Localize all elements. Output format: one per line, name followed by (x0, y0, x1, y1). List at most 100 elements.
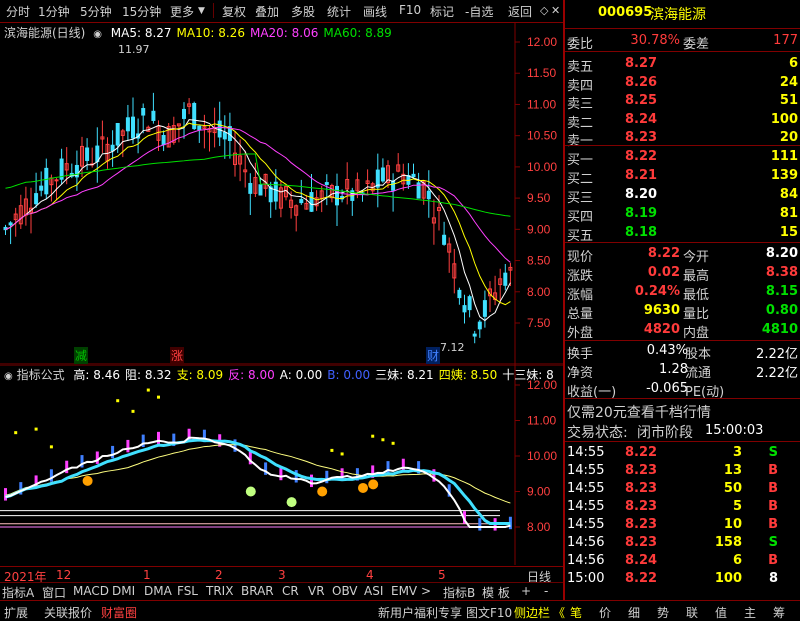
indicator-chart[interactable]: 12.0011.0010.009.008.00 (0, 365, 563, 565)
indicator-legend-item: 四姨: 8.50 (438, 368, 498, 382)
tick-volume: 158 (714, 535, 742, 550)
marker-finance[interactable]: 财 (426, 347, 441, 364)
tab-scroll-right-icon[interactable]: > (421, 584, 431, 598)
stat2-row[interactable]: 收益(一) -0.065 PE(动) (565, 379, 800, 400)
link-icon[interactable]: 联 (686, 604, 698, 621)
chips-icon[interactable]: 筹 (773, 604, 785, 621)
bid-price: 8.19 (625, 206, 658, 221)
ask-level-row[interactable]: 卖五 8.27 6 (565, 54, 800, 75)
mark-button[interactable]: 标记 (430, 3, 454, 20)
formula-label[interactable]: 指标公式 (17, 368, 65, 382)
indicator-collapse-icon[interactable]: ◉ (4, 371, 13, 382)
trend-icon[interactable]: 势 (657, 604, 669, 621)
tab-trix[interactable]: TRIX (206, 584, 233, 598)
stat-value: 0.43% (646, 343, 688, 358)
related-quote-button[interactable]: 关联报价 (44, 604, 92, 621)
kline-chart[interactable]: 12.00 11.50 11.00 10.50 10.00 9.50 9.00 8.50 8.0… (0, 22, 563, 365)
tab-indicator-b[interactable]: 指标B (443, 584, 475, 601)
promo-row[interactable]: 仅需20元查看千档行情 (565, 401, 800, 421)
ask-level-row[interactable]: 卖二 8.24 100 (565, 110, 800, 131)
bid-level-row[interactable]: 买三 8.20 84 (565, 185, 800, 206)
close-window-icon[interactable]: ✕ (551, 4, 560, 17)
price-icon[interactable]: 价 (599, 604, 611, 621)
tick-row[interactable]: 14:55 8.23 10 B (565, 515, 800, 535)
tab-window[interactable]: 窗口 (42, 584, 66, 601)
wealth-circle-button[interactable]: 财富圈 (101, 604, 137, 621)
statistics-button[interactable]: 统计 (327, 3, 351, 20)
stat-row[interactable]: 外盘 4820 内盘 4810 (565, 320, 800, 341)
tick-row[interactable]: 15:00 8.22 100 8 (565, 569, 800, 589)
signal-dot (116, 399, 120, 403)
tab-1min[interactable]: 1分钟 (38, 3, 70, 20)
main-icon[interactable]: 主 (744, 604, 756, 621)
indicator-bar (310, 474, 313, 488)
tick-row[interactable]: 14:55 8.23 13 B (565, 461, 800, 481)
tab-vr[interactable]: VR (308, 584, 325, 598)
marker-rise[interactable]: 涨 (170, 347, 185, 364)
stat2-row[interactable]: 换手 0.43% 股本 2.22亿 (565, 341, 800, 362)
promo-text[interactable]: 仅需20元查看千档行情 (567, 402, 711, 422)
ask-level-row[interactable]: 卖三 8.25 51 (565, 91, 800, 112)
ask-price: 8.23 (625, 130, 658, 145)
tick-row[interactable]: 14:55 8.23 5 B (565, 497, 800, 517)
stat-row[interactable]: 涨幅 0.24% 最低 8.15 (565, 282, 800, 303)
candle-body (457, 289, 462, 299)
tick-row[interactable]: 14:56 8.24 6 B (565, 551, 800, 571)
tick-row[interactable]: 14:55 8.22 3 S (565, 443, 800, 463)
graphic-f10-button[interactable]: 图文F10 (466, 604, 512, 621)
tab-cr[interactable]: CR (282, 584, 299, 598)
bid-level-row[interactable]: 买四 8.19 81 (565, 204, 800, 225)
stat-row[interactable]: 涨跌 0.02 最高 8.38 (565, 263, 800, 284)
tab-obv[interactable]: OBV (332, 584, 358, 598)
fruit-signal-icon (368, 479, 379, 490)
tab-dmi[interactable]: DMI (112, 584, 135, 598)
zoom-in-button[interactable]: + (521, 584, 531, 598)
stat2-row[interactable]: 净资 1.28 流通 2.22亿 (565, 360, 800, 381)
tab-5min[interactable]: 5分钟 (80, 3, 112, 20)
collapse-icon[interactable]: ◉ (93, 29, 102, 40)
f10-button[interactable]: F10 (399, 3, 421, 17)
indicator-bar (126, 439, 130, 453)
stat-value: 9630 (643, 303, 680, 318)
fruit-signal-icon (317, 486, 328, 497)
tick-volume: 50 (723, 481, 742, 496)
tab-asi[interactable]: ASI (364, 584, 383, 598)
tab-brar[interactable]: BRAR (241, 584, 274, 598)
detail-icon[interactable]: 细 (628, 604, 640, 621)
tab-intraday[interactable]: 分时 (6, 3, 30, 20)
tab-fsl[interactable]: FSL (177, 584, 198, 598)
tab-dma[interactable]: DMA (144, 584, 172, 598)
tab-template[interactable]: 模 板 (482, 584, 510, 601)
newuser-promo-link[interactable]: 新用户福利专享 (378, 604, 462, 621)
back-button[interactable]: 返回 (508, 3, 532, 20)
tab-more[interactable]: 更多 (170, 3, 194, 20)
expand-button[interactable]: 扩展 (4, 604, 28, 621)
bid-level-row[interactable]: 买二 8.21 139 (565, 166, 800, 187)
value-icon[interactable]: 值 (715, 604, 727, 621)
marker-reduce[interactable]: 减 (74, 347, 89, 364)
tab-emv[interactable]: EMV (391, 584, 417, 598)
pen-icon[interactable]: 笔 (570, 604, 582, 621)
overlay-button[interactable]: 叠加 (255, 3, 279, 20)
bid-level-row[interactable]: 买一 8.22 111 (565, 147, 800, 168)
tick-row[interactable]: 14:56 8.23 158 S (565, 533, 800, 553)
sidebar-arrow-icon[interactable]: 《 (553, 604, 565, 621)
restore-rights-button[interactable]: 复权 (222, 3, 246, 20)
multi-stock-button[interactable]: 多股 (291, 3, 315, 20)
tab-macd[interactable]: MACD (73, 584, 109, 598)
watchlist-button[interactable]: -自选 (465, 3, 493, 20)
zoom-out-button[interactable]: - (544, 584, 548, 598)
draw-line-button[interactable]: 画线 (363, 3, 387, 20)
more-dropdown-icon[interactable]: ▼ (198, 6, 205, 16)
bid-level-row[interactable]: 买五 8.18 15 (565, 223, 800, 244)
stat-row[interactable]: 现价 8.22 今开 8.20 (565, 244, 800, 265)
quote-panel: 000695 滨海能源 委比 30.78% 委差 177 卖五 8.27 6 卖四 8.… (565, 0, 800, 600)
tick-row[interactable]: 14:55 8.23 50 B (565, 479, 800, 499)
tab-indicator-a[interactable]: 指标A (2, 584, 34, 601)
stat-row[interactable]: 总量 9630 量比 0.80 (565, 301, 800, 322)
sidebar-button[interactable]: 侧边栏 (514, 604, 550, 621)
signal-dot (371, 434, 375, 438)
ask-level-row[interactable]: 卖四 8.26 24 (565, 73, 800, 94)
restore-window-icon[interactable]: ◇ (540, 4, 548, 17)
tab-15min[interactable]: 15分钟 (122, 3, 161, 20)
